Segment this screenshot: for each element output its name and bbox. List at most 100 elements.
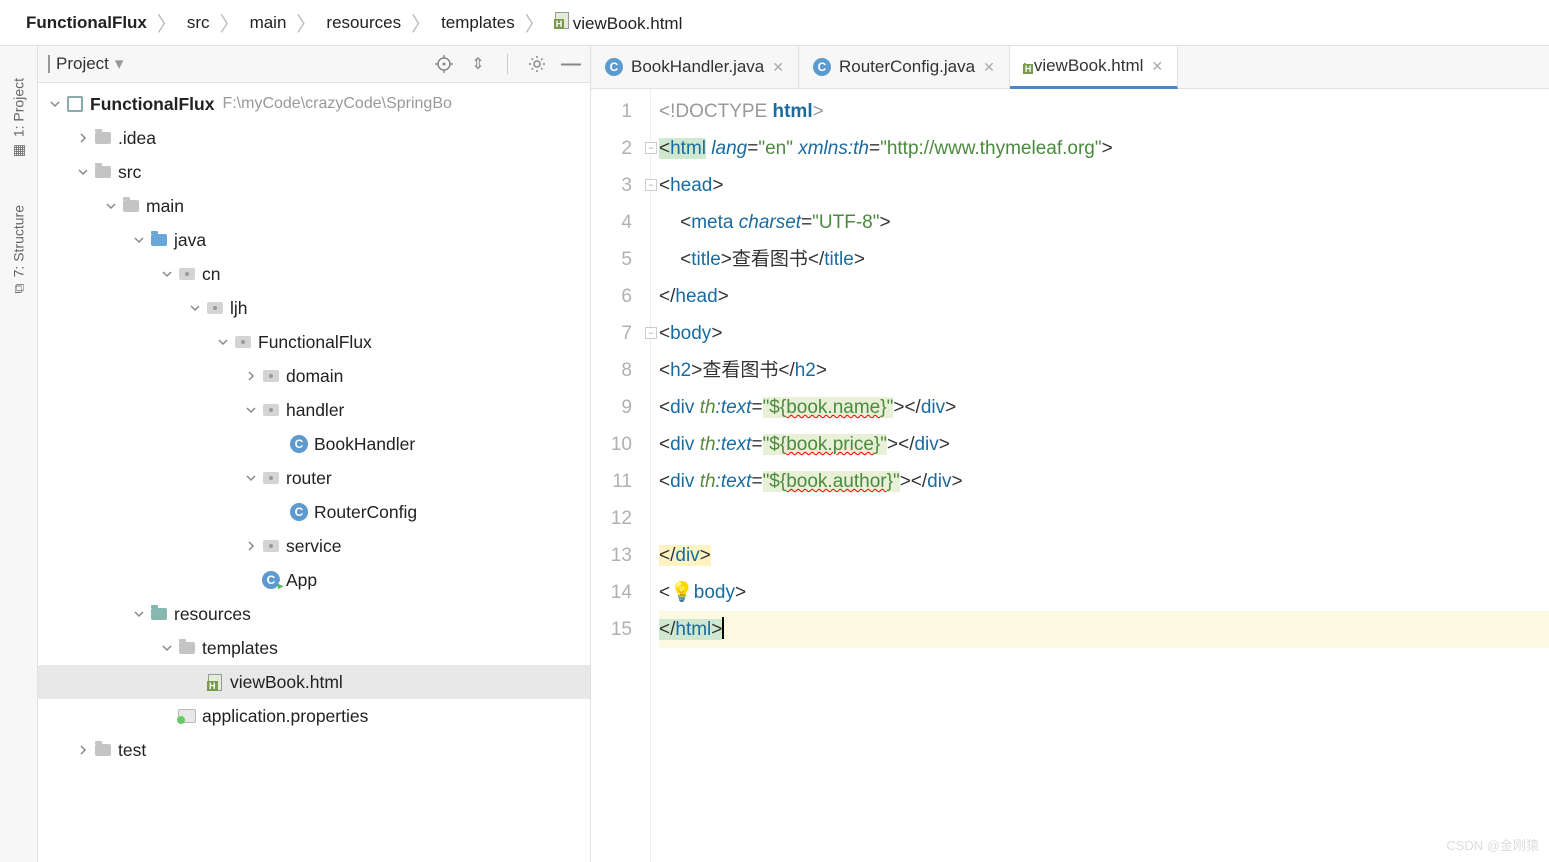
breadcrumb-item[interactable]: resources [320,11,407,35]
tree-item-label: viewBook.html [230,672,343,693]
tree-item-label: java [174,230,206,251]
code-line[interactable]: <div th:text="${book.price}"></div> [659,426,1549,463]
hide-icon[interactable]: — [562,55,580,73]
chevron-down-icon[interactable] [158,269,176,279]
tree-item[interactable]: router [38,461,590,495]
code-line[interactable] [659,500,1549,537]
tree-item[interactable]: handler [38,393,590,427]
tree-item-label: domain [286,366,343,387]
chevron-right-icon[interactable] [242,371,260,381]
line-number: 11 [595,463,632,500]
code-line[interactable]: −<head> [659,167,1549,204]
expand-collapse-icon[interactable]: ⇕ [469,55,487,73]
close-icon[interactable]: ✕ [983,59,995,76]
tree-item[interactable]: .idea [38,121,590,155]
editor-tab[interactable]: CBookHandler.java✕ [591,46,799,88]
code-area[interactable]: <!DOCTYPE html>−<html lang="en" xmlns:th… [651,89,1549,862]
code-line[interactable]: <div th:text="${book.author}"></div> [659,463,1549,500]
folder-teal-icon [148,608,170,620]
chevron-down-icon[interactable] [186,303,204,313]
fold-icon[interactable]: − [645,179,657,191]
tree-item-label: cn [202,264,220,285]
fold-icon[interactable]: − [645,327,657,339]
breadcrumb-item[interactable]: src [181,11,216,35]
chevron-down-icon[interactable] [158,643,176,653]
tree-item[interactable]: resources [38,597,590,631]
chevron-down-icon[interactable] [214,337,232,347]
line-number: 1 [595,93,632,130]
chevron-down-icon[interactable] [74,167,92,177]
dropdown-arrow-icon[interactable]: ▾ [115,54,124,74]
folder-gray-icon [176,642,198,654]
pkg-icon [260,404,282,416]
tree-item[interactable]: viewBook.html [38,665,590,699]
code-line[interactable]: <h2>查看图书</h2> [659,352,1549,389]
project-tool-label: 1: Project [11,78,27,137]
line-number: 10 [595,426,632,463]
code-line[interactable]: <💡body> [659,574,1549,611]
html-file-icon [555,12,569,29]
line-number: 7 [595,315,632,352]
editor-tab[interactable]: viewBook.html✕ [1010,46,1178,89]
close-icon[interactable]: ✕ [1151,58,1163,75]
chevron-right-icon[interactable] [74,133,92,143]
code-line[interactable]: <div th:text="${book.name}"></div> [659,389,1549,426]
target-icon[interactable] [435,55,453,73]
project-panel-title[interactable]: Project [56,54,109,74]
breadcrumb-item[interactable]: viewBook.html [549,10,689,36]
tree-item[interactable]: CRouterConfig [38,495,590,529]
tree-item[interactable]: domain [38,359,590,393]
tree-item[interactable]: service [38,529,590,563]
structure-tool-tab[interactable]: ⧉ 7: Structure [0,197,37,301]
fold-icon[interactable]: − [645,142,657,154]
project-tree[interactable]: FunctionalFluxF:\myCode\crazyCode\Spring… [38,83,590,862]
chevron-down-icon[interactable] [102,201,120,211]
code-line[interactable]: <title>查看图书</title> [659,241,1549,278]
chevron-right-icon[interactable] [74,745,92,755]
tree-item-label: .idea [118,128,156,149]
chevron-down-icon[interactable] [46,99,64,109]
tree-item[interactable]: FunctionalFluxF:\myCode\crazyCode\Spring… [38,87,590,121]
tree-item[interactable]: java [38,223,590,257]
code-line[interactable]: </html> [659,611,1549,648]
tree-item[interactable]: C▸App [38,563,590,597]
code-line[interactable]: <meta charset="UTF-8"> [659,204,1549,241]
tree-item[interactable]: ljh [38,291,590,325]
line-number: 4 [595,204,632,241]
class-icon: C [288,503,310,521]
tree-item[interactable]: templates [38,631,590,665]
tree-item[interactable]: FunctionalFlux [38,325,590,359]
code-line[interactable]: −<body> [659,315,1549,352]
code-line[interactable]: </div> [659,537,1549,574]
tree-item[interactable]: CBookHandler [38,427,590,461]
tree-item[interactable]: src [38,155,590,189]
tree-item[interactable]: main [38,189,590,223]
chevron-right-icon[interactable] [242,541,260,551]
line-number: 15 [595,611,632,648]
chevron-down-icon[interactable] [242,405,260,415]
close-icon[interactable]: ✕ [772,59,784,76]
breadcrumb: FunctionalFlux〉src〉main〉resources〉templa… [0,0,1549,46]
project-tool-tab[interactable]: ▦ 1: Project [0,70,37,167]
pkg-icon [260,540,282,552]
pkg-icon [260,472,282,484]
tree-item[interactable]: test [38,733,590,767]
chevron-down-icon[interactable] [130,609,148,619]
tree-item-label: RouterConfig [314,502,417,523]
code-line[interactable]: −<html lang="en" xmlns:th="http://www.th… [659,130,1549,167]
chevron-down-icon[interactable] [130,235,148,245]
tree-item[interactable]: cn [38,257,590,291]
breadcrumb-item[interactable]: templates [435,11,521,35]
class-icon: C [813,58,831,76]
breadcrumb-separator: 〉 [157,8,177,37]
project-icon: ▦ [11,143,27,159]
breadcrumb-item[interactable]: FunctionalFlux [20,11,153,35]
chevron-down-icon[interactable] [242,473,260,483]
editor-body[interactable]: 123456789101112131415 <!DOCTYPE html>−<h… [591,89,1549,862]
breadcrumb-item[interactable]: main [244,11,293,35]
tree-item[interactable]: application.properties [38,699,590,733]
gear-icon[interactable] [528,55,546,73]
code-line[interactable]: <!DOCTYPE html> [659,93,1549,130]
code-line[interactable]: </head> [659,278,1549,315]
editor-tab[interactable]: CRouterConfig.java✕ [799,46,1010,88]
